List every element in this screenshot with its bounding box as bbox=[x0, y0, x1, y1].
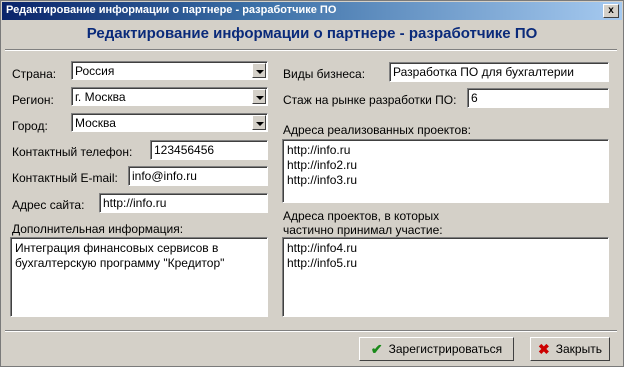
header-divider bbox=[5, 49, 617, 51]
experience-field[interactable]: 6 bbox=[467, 88, 609, 108]
phone-label: Контактный телефон: bbox=[12, 145, 133, 159]
country-select[interactable]: Россия bbox=[71, 61, 268, 80]
list-item: http://info5.ru bbox=[287, 256, 358, 270]
experience-label: Стаж на рынке разработки ПО: bbox=[283, 93, 457, 107]
site-label: Адрес сайта: bbox=[12, 198, 85, 212]
country-label: Страна: bbox=[12, 67, 57, 81]
business-label: Виды бизнеса: bbox=[283, 67, 366, 81]
list-item: http://info3.ru bbox=[287, 173, 358, 187]
check-icon: ✔ bbox=[370, 340, 383, 357]
region-select[interactable]: г. Москва bbox=[71, 87, 268, 106]
city-value: Москва bbox=[75, 116, 116, 130]
list-item: http://info2.ru bbox=[287, 158, 358, 172]
projects-label: Адреса реализованных проектов: bbox=[283, 123, 471, 137]
city-select[interactable]: Москва bbox=[71, 113, 268, 132]
email-label: Контактный E-mail: bbox=[12, 171, 118, 185]
dialog-window: Редактирование информации о партнере - р… bbox=[0, 0, 624, 367]
region-label: Регион: bbox=[12, 93, 54, 107]
list-item: http://info4.ru bbox=[287, 241, 358, 255]
projects-memo[interactable]: http://info.ru http://info2.ru http://in… bbox=[282, 139, 609, 203]
memo-line: бухгалтерскую программу "Кредитор" bbox=[15, 256, 225, 270]
partial-projects-label-2: частично принимал участие: bbox=[283, 223, 443, 237]
cross-icon: ✖ bbox=[538, 340, 550, 357]
partial-projects-memo[interactable]: http://info4.ru http://info5.ru bbox=[282, 237, 609, 317]
extra-info-label: Дополнительная информация: bbox=[12, 222, 184, 236]
window-close-button[interactable]: x bbox=[603, 4, 619, 18]
chevron-down-icon[interactable] bbox=[252, 89, 266, 104]
business-field[interactable]: Разработка ПО для бухгалтерии bbox=[389, 62, 609, 82]
region-value: г. Москва bbox=[75, 90, 126, 104]
chevron-down-icon[interactable] bbox=[252, 115, 266, 130]
title-bar: Редактирование информации о партнере - р… bbox=[2, 2, 622, 20]
email-field[interactable]: info@info.ru bbox=[128, 166, 268, 186]
list-item: http://info.ru bbox=[287, 143, 351, 157]
register-button-label: Зарегистрироваться bbox=[388, 342, 503, 356]
phone-field[interactable]: 123456456 bbox=[150, 140, 268, 160]
footer-divider bbox=[5, 330, 617, 332]
chevron-down-icon[interactable] bbox=[252, 63, 266, 78]
close-button[interactable]: ✖ Закрыть bbox=[530, 337, 610, 361]
city-label: Город: bbox=[12, 119, 48, 133]
memo-line: Интеграция финансовых сервисов в bbox=[15, 241, 219, 255]
extra-info-memo[interactable]: Интеграция финансовых сервисов в бухгалт… bbox=[10, 237, 268, 317]
partial-projects-label-1: Адреса проектов, в которых bbox=[283, 209, 440, 223]
country-value: Россия bbox=[75, 64, 115, 78]
site-field[interactable]: http://info.ru bbox=[99, 193, 268, 213]
window-title: Редактирование информации о партнере - р… bbox=[6, 4, 337, 16]
register-button[interactable]: ✔ Зарегистрироваться bbox=[359, 337, 514, 361]
page-title: Редактирование информации о партнере - р… bbox=[86, 25, 538, 42]
close-button-label: Закрыть bbox=[555, 342, 602, 356]
